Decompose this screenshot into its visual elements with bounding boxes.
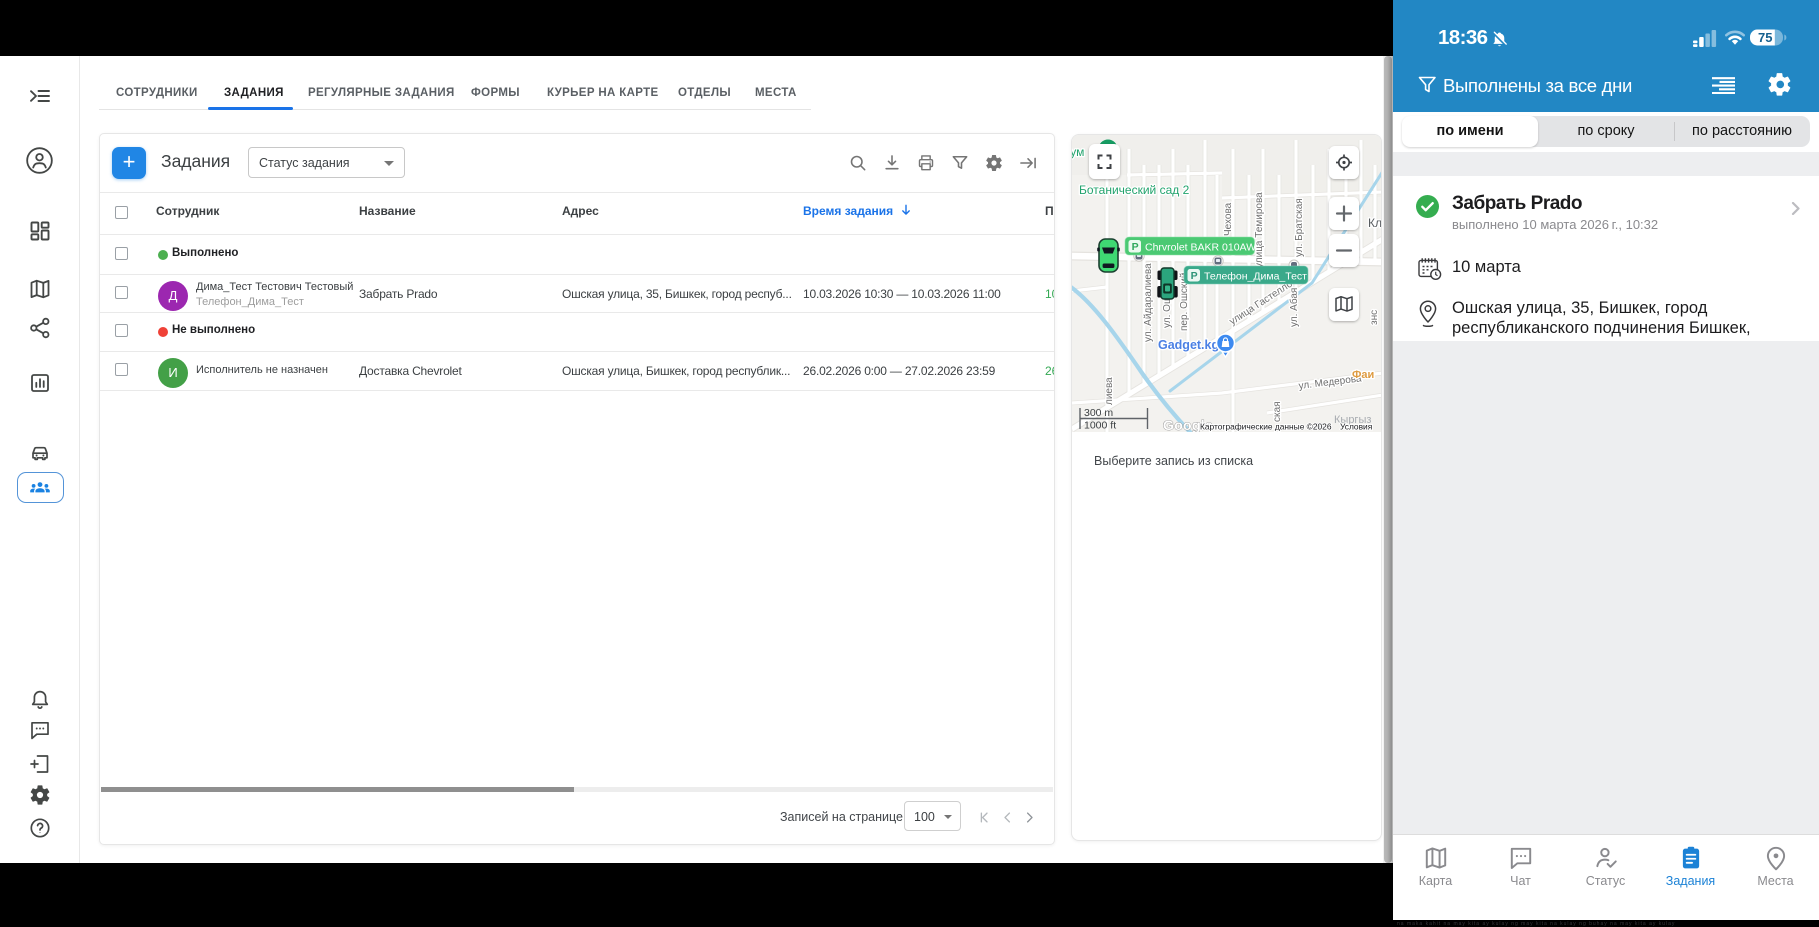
- svg-text:P: P: [1191, 270, 1198, 282]
- svg-text:Chrvrolet BAKR 010AW: Chrvrolet BAKR 010AW: [1145, 241, 1256, 253]
- svg-text:P: P: [1132, 241, 1139, 253]
- svg-text:Чехова: Чехова: [1223, 202, 1234, 236]
- svg-text:300 m: 300 m: [1084, 407, 1113, 419]
- svg-text:знс: знс: [1369, 310, 1380, 325]
- svg-text:Телефон_Дима_Тест: Телефон_Дима_Тест: [1204, 270, 1307, 282]
- svg-text:ская: ская: [1272, 401, 1283, 422]
- svg-text:Зум: Зум: [1072, 145, 1084, 159]
- svg-text:ул. Братская: ул. Братская: [1294, 198, 1305, 257]
- svg-text:75: 75: [1758, 30, 1772, 45]
- svg-text:лиева: лиева: [1104, 377, 1115, 405]
- svg-text:Картографические данные ©2026: Картографические данные ©2026: [1200, 422, 1332, 432]
- svg-text:Кл: Кл: [1368, 216, 1382, 230]
- svg-text:ул. Айдаралиева: ул. Айдаралиева: [1143, 263, 1154, 342]
- svg-text:ул. Абая: ул. Абая: [1288, 288, 1300, 327]
- svg-text:Фаи: Фаи: [1352, 369, 1374, 381]
- svg-text:Ботанический сад 2: Ботанический сад 2: [1079, 183, 1190, 197]
- svg-text:Gadget.kg: Gadget.kg: [1158, 338, 1219, 352]
- svg-text:1000 ft: 1000 ft: [1084, 420, 1116, 432]
- svg-text:улица Темирова: улица Темирова: [1254, 192, 1265, 268]
- svg-text:Условия: Условия: [1340, 422, 1372, 432]
